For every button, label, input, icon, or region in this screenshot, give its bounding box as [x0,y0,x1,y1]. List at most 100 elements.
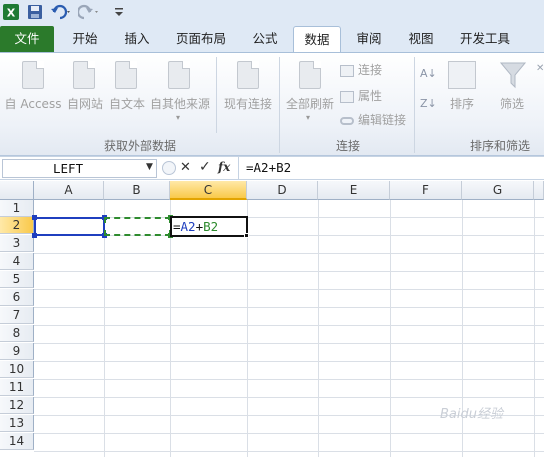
properties-label: 属性 [358,89,383,103]
group-label-connections: 连接 [335,139,360,153]
tab-review[interactable]: 审阅 [345,26,393,52]
access-icon [22,61,44,89]
row-header[interactable]: 4 [0,253,34,270]
column-header-b[interactable]: B [104,181,170,200]
row-header[interactable]: 3 [0,235,34,252]
tab-page-layout[interactable]: 页面布局 [166,26,236,52]
gridline [34,271,544,272]
resize-handle[interactable] [32,215,37,220]
enter-icon[interactable]: ✓ [199,159,211,175]
tab-view[interactable]: 视图 [397,26,445,52]
separator [414,57,415,153]
row-header[interactable]: 5 [0,271,34,288]
tab-home[interactable]: 开始 [60,26,110,52]
cancel-icon[interactable]: ✕ [180,160,191,175]
filter-icon [499,61,527,92]
fill-handle[interactable] [244,233,249,238]
ribbon-panel: 自 Access 自网站 自文本 自其他来源 ▾ 现有连接 获取外部数据 全部刷… [0,52,544,156]
properties-button[interactable]: 属性 [340,87,382,104]
column-header-f[interactable]: F [390,181,462,200]
gridline [34,397,544,398]
resize-handle[interactable] [32,233,37,238]
row-header[interactable]: 10 [0,361,34,378]
gridline [104,200,105,457]
from-access-label: 自 Access [4,97,62,111]
formula-operator: + [195,219,204,234]
row-header[interactable]: 1 [0,200,34,217]
column-header-g[interactable]: G [462,181,534,200]
edit-links-label: 编辑链接 [358,113,407,127]
row-header[interactable]: 7 [0,307,34,324]
formula-ref-b2: B2 [203,219,219,234]
excel-icon: X [2,3,20,21]
chevron-down-icon[interactable]: ▼ [146,162,153,172]
group-label-sort-filter: 排序和筛选 [470,139,531,153]
refresh-all-label: 全部刷新 [285,97,334,111]
tab-file[interactable]: 文件 [0,26,54,52]
row-header[interactable]: 8 [0,325,34,342]
column-header-c[interactable]: C [170,181,247,200]
select-all-corner[interactable] [0,181,34,200]
edit-links-button[interactable]: 编辑链接 [340,111,406,128]
active-cell-c2[interactable]: =A2+B2 [170,216,248,237]
properties-icon [340,90,354,103]
gridline [534,200,535,457]
column-header-partial[interactable] [534,181,544,200]
gridline [34,325,544,326]
redo-icon[interactable] [78,3,100,21]
customize-icon[interactable] [112,3,126,21]
clear-filter-button[interactable]: ✕ [536,63,544,74]
insert-function-button[interactable]: fx [218,160,230,174]
row-header[interactable]: 14 [0,433,34,450]
cell-a2-reference-highlight[interactable] [34,217,105,236]
name-box[interactable]: LEFT [2,159,157,178]
from-other-sources-label: 自其他来源 [149,97,210,111]
cell-b2-reference-highlight[interactable] [104,217,171,236]
expand-handle-icon[interactable] [162,161,176,175]
tab-data[interactable]: 数据 [293,26,341,52]
sort-icon [448,61,476,89]
connections-icon [340,64,354,77]
separator [216,57,217,133]
formula-input[interactable]: =A2+B2 [246,160,291,175]
row-header[interactable]: 9 [0,343,34,360]
sort-descending-button[interactable]: Z↓ [420,97,437,110]
existing-connections-icon [237,61,259,89]
undo-icon[interactable] [50,3,72,21]
quick-access-toolbar: X [0,0,544,24]
refresh-icon [299,61,321,89]
group-label-get-external-data: 获取外部数据 [103,139,176,153]
row-header[interactable]: 11 [0,379,34,396]
column-header-e[interactable]: E [318,181,390,200]
save-icon[interactable] [26,3,44,21]
ribbon-tabs: 文件 开始 插入 页面布局 公式 数据 审阅 视图 开发工具 [0,24,544,52]
column-header-a[interactable]: A [34,181,104,200]
web-icon [73,61,95,89]
other-sources-icon [168,61,190,89]
sort-ascending-button[interactable]: A↓ [420,67,437,80]
tab-developer[interactable]: 开发工具 [452,26,518,52]
gridline [34,253,544,254]
formula-prefix: = [173,219,181,234]
row-header[interactable]: 12 [0,397,34,414]
gridline [390,200,391,457]
from-web-label: 自网站 [66,97,103,111]
tab-formulas[interactable]: 公式 [240,26,290,52]
tab-insert[interactable]: 插入 [112,26,162,52]
spreadsheet-grid[interactable]: A B C D E F G 1 2 3 4 5 6 7 8 9 10 11 12… [0,181,544,457]
gridline [318,200,319,457]
row-header[interactable]: 2 [0,217,34,234]
connections-button[interactable]: 连接 [340,61,382,78]
formula-divider [238,157,239,179]
gridline [34,361,544,362]
from-text-label: 自文本 [108,97,145,111]
gridline [170,200,171,457]
column-header-d[interactable]: D [247,181,318,200]
row-header[interactable]: 6 [0,289,34,306]
chevron-down-icon: ▾ [306,113,311,122]
gridline [34,433,544,434]
svg-text:X: X [7,7,16,20]
gridline [34,289,544,290]
formula-bar: LEFT ▼ ✕ ✓ fx =A2+B2 [0,156,544,180]
row-header[interactable]: 13 [0,415,34,432]
